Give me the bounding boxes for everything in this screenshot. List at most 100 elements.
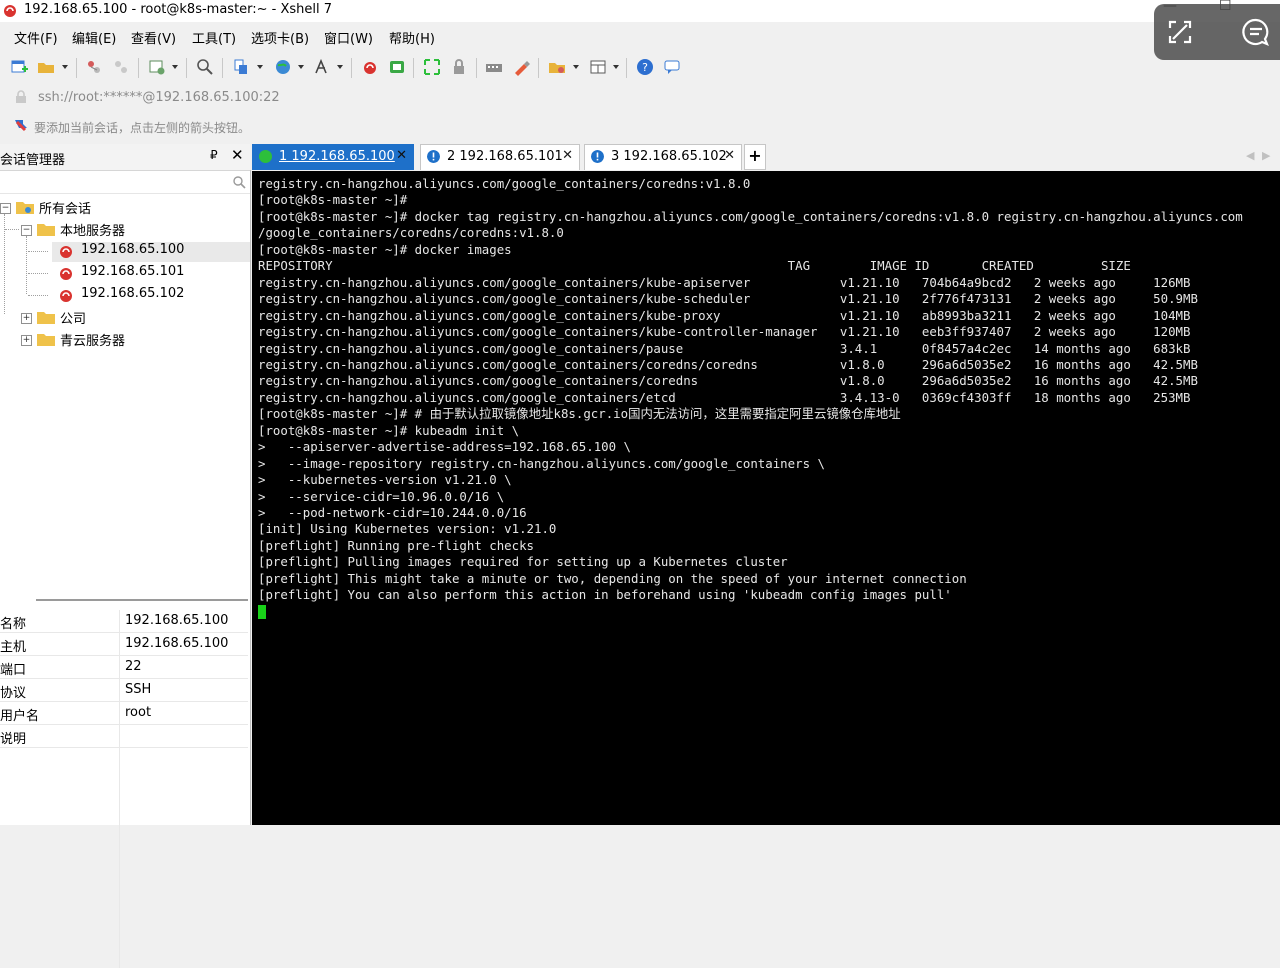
xftp-icon[interactable] [388,58,406,76]
xshell-icon[interactable] [361,58,379,76]
warning-icon [427,150,440,163]
folder-icon [37,224,55,236]
close-tab-icon[interactable]: ✕ [396,148,407,163]
chevron-down-icon[interactable] [62,65,68,69]
property-row: 主机 192.168.65.100 [0,633,248,656]
chevron-down-icon[interactable] [257,65,263,69]
floating-toolbar [1154,4,1280,60]
reconnect-icon[interactable] [85,58,103,76]
terminal-line: registry.cn-hangzhou.aliyuncs.com/google… [258,291,1198,307]
property-value: 22 [125,659,142,674]
layout-icon[interactable] [589,58,607,76]
menu-tools[interactable]: 工具(T) [192,28,236,47]
chevron-down-icon[interactable] [613,65,619,69]
transfer-icon[interactable] [232,58,250,76]
expand-icon[interactable] [1164,16,1196,48]
close-tab-icon[interactable]: ✕ [562,148,573,163]
title-bar: 192.168.65.100 - root@k8s-master:~ - Xsh… [0,0,1280,22]
menu-window[interactable]: 窗口(W) [324,28,373,47]
terminal-line: registry.cn-hangzhou.aliyuncs.com/google… [258,324,1191,340]
session-manager-header: 会话管理器 ₽ ✕ [0,144,250,171]
menu-edit[interactable]: 编辑(E) [72,28,116,47]
tab-label: 2 192.168.65.101 [447,149,563,164]
close-panel-button[interactable]: ✕ [231,146,244,164]
toolbar-separator [186,58,187,78]
terminal-line: REPOSITORY TAG IMAGE ID CREATED SIZE [258,258,1131,274]
tree-connector [28,295,48,296]
terminal-line: registry.cn-hangzhou.aliyuncs.com/google… [258,274,1191,290]
open-folder-icon[interactable] [37,58,55,76]
menu-tabs[interactable]: 选项卡(B) [251,28,309,47]
highlight-icon[interactable] [512,58,530,76]
address-bar[interactable]: ssh://root:******@192.168.65.100:22 [10,88,1272,108]
property-key: 端口 [0,663,27,678]
toolbar-separator [538,58,539,78]
disconnect-icon[interactable] [112,58,130,76]
search-icon[interactable] [232,175,246,189]
tab-session-2[interactable]: 2 192.168.65.101 ✕ [420,144,580,170]
chevron-down-icon[interactable] [298,65,304,69]
find-icon[interactable] [196,58,214,76]
xshell-session-icon [60,290,72,302]
collapse-icon[interactable]: − [0,203,11,214]
tab-session-1[interactable]: 1 192.168.65.100 ✕ [252,144,414,170]
tab-session-3[interactable]: 3 192.168.65.102 ✕ [584,144,742,170]
tree-item-label: 青云服务器 [60,334,126,349]
session-search-bar[interactable] [0,171,250,194]
globe-icon[interactable] [274,58,292,76]
lock-icon[interactable] [450,58,468,76]
toolbar-separator [351,58,352,78]
terminal-line: [preflight] Pulling images required for … [258,554,788,570]
session-tab-bar: 1 192.168.65.100 ✕ 2 192.168.65.101 ✕ 3 … [250,144,1280,170]
chevron-down-icon[interactable] [573,65,579,69]
tree-item-company[interactable]: + 公司 [0,308,250,328]
lock-icon [16,90,26,103]
tab-scroll-right-icon[interactable]: ▶ [1262,149,1270,162]
xshell-session-icon [60,246,72,258]
menu-help[interactable]: 帮助(H) [389,28,435,47]
comment-icon[interactable] [1240,16,1272,48]
tree-item-all-sessions[interactable]: − 所有会话 [0,198,250,218]
terminal-line: > --kubernetes-version v1.21.0 \ [258,472,512,488]
menu-view[interactable]: 查看(V) [131,28,176,47]
property-row: 用户名 root [0,702,248,725]
font-icon[interactable] [313,58,331,76]
property-value: 192.168.65.100 [125,613,229,628]
expand-icon[interactable]: + [21,313,32,324]
tree-item-local-servers[interactable]: − 本地服务器 [0,220,250,240]
warning-icon [591,150,604,163]
terminal-line: > --image-repository registry.cn-hangzho… [258,455,825,471]
new-session-icon[interactable] [10,58,28,76]
tree-item-session-102[interactable]: 192.168.65.102 [52,286,250,306]
fullscreen-icon[interactable] [423,58,441,76]
terminal-line: [preflight] This might take a minute or … [258,570,967,586]
tree-item-session-100[interactable]: 192.168.65.100 [52,242,250,262]
folder-icon [16,202,34,214]
collapse-icon[interactable]: − [21,225,32,236]
tab-scroll-left-icon[interactable]: ◀ [1246,149,1254,162]
tree-item-qingyun-servers[interactable]: + 青云服务器 [0,330,250,350]
property-row: 端口 22 [0,656,248,679]
chevron-down-icon[interactable] [337,65,343,69]
toolbar-separator [76,58,77,78]
panel-splitter[interactable] [0,596,250,604]
terminal-line: registry.cn-hangzhou.aliyuncs.com/google… [258,340,1191,356]
keyboard-icon[interactable] [485,58,503,76]
chat-icon[interactable] [663,58,681,76]
menu-file[interactable]: 文件(F) [14,28,58,47]
script-icon[interactable] [548,58,566,76]
xshell-session-icon [60,268,72,280]
add-session-arrow-icon[interactable] [14,119,28,133]
terminal-output[interactable]: registry.cn-hangzhou.aliyuncs.com/google… [252,171,1280,825]
help-icon[interactable]: ? [636,58,654,76]
properties-icon[interactable] [148,58,166,76]
pin-icon[interactable]: ₽ [210,148,218,162]
tab-label: 1 192.168.65.100 [279,149,395,164]
terminal-line: /google_containers/coredns/coredns:v1.8.… [258,225,564,241]
expand-icon[interactable]: + [21,335,32,346]
property-row: 协议 SSH [0,679,248,702]
tree-item-session-101[interactable]: 192.168.65.101 [52,264,250,284]
add-tab-button[interactable]: + [744,144,766,170]
chevron-down-icon[interactable] [172,65,178,69]
close-tab-icon[interactable]: ✕ [724,148,735,163]
